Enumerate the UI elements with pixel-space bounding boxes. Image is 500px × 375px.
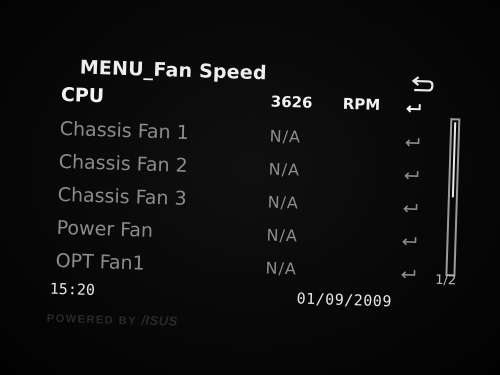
fan-name: CPU	[60, 83, 105, 108]
enter-arrow-icon	[404, 171, 419, 180]
clock-time: 15:20	[49, 279, 96, 300]
fan-speed-value: N/A	[268, 159, 301, 180]
page-indicator: 1/2	[435, 272, 457, 289]
enter-arrow-icon	[403, 204, 418, 213]
powered-by-text: POWERED BY	[46, 312, 137, 328]
menu-title: MENU_Fan Speed	[79, 56, 268, 85]
lcd-screen: MENU_Fan Speed CPU 3626 RPM Chassis Fan …	[13, 33, 492, 348]
brand-logo: /ISUS	[141, 312, 179, 329]
enter-arrow-icon	[402, 237, 417, 246]
fan-speed-value: 3626	[270, 92, 313, 112]
powered-by-logo: POWERED BY /ISUS	[47, 310, 178, 329]
fan-name: Chassis Fan 3	[57, 183, 188, 210]
fan-name: Chassis Fan 2	[58, 150, 189, 177]
fan-name: Power Fan	[56, 216, 154, 242]
fan-speed-unit: RPM	[342, 94, 381, 114]
fan-speed-value: N/A	[267, 192, 300, 213]
scrollbar[interactable]	[445, 118, 461, 277]
fan-speed-value: N/A	[266, 225, 299, 246]
fan-name: Chassis Fan 1	[59, 117, 190, 144]
return-arrow-icon[interactable]	[409, 75, 436, 96]
enter-arrow-icon	[401, 270, 416, 279]
fan-speed-value: N/A	[265, 258, 298, 279]
fan-speed-value: N/A	[269, 126, 302, 147]
fan-name: OPT Fan1	[55, 249, 146, 275]
clock-date: 01/09/2009	[296, 289, 393, 311]
scrollbar-thumb[interactable]	[451, 122, 457, 198]
enter-arrow-icon	[405, 138, 420, 147]
enter-arrow-icon	[406, 104, 421, 113]
